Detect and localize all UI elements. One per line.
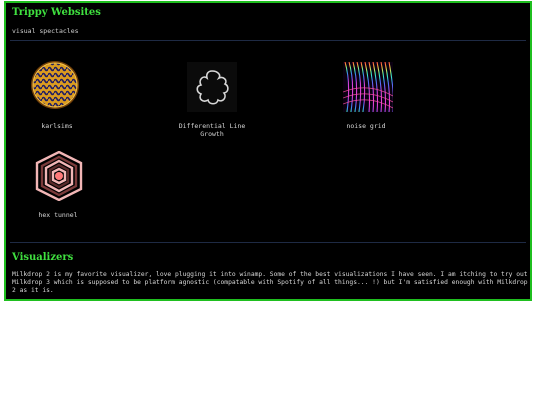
noise-grid-thumbnail[interactable] <box>343 62 393 112</box>
website-gallery: karlsims Differential Line Growth noise … <box>6 3 530 243</box>
gallery-caption[interactable]: karlsims <box>12 122 102 130</box>
divider <box>10 242 526 243</box>
main-panel: Trippy Websites visual spectacles karlsi… <box>4 1 532 301</box>
gallery-caption[interactable]: noise grid <box>321 122 411 130</box>
gallery-caption[interactable]: Differential Line Growth <box>167 122 257 138</box>
visualizers-description: Milkdrop 2 is my favorite visualizer, lo… <box>12 271 528 294</box>
section-title-visualizers: Visualizers <box>12 252 74 263</box>
line-growth-thumbnail[interactable] <box>187 62 237 112</box>
gallery-caption[interactable]: hex tunnel <box>13 211 103 219</box>
hex-tunnel-thumbnail[interactable] <box>34 151 84 201</box>
karlsims-thumbnail[interactable] <box>30 60 80 110</box>
